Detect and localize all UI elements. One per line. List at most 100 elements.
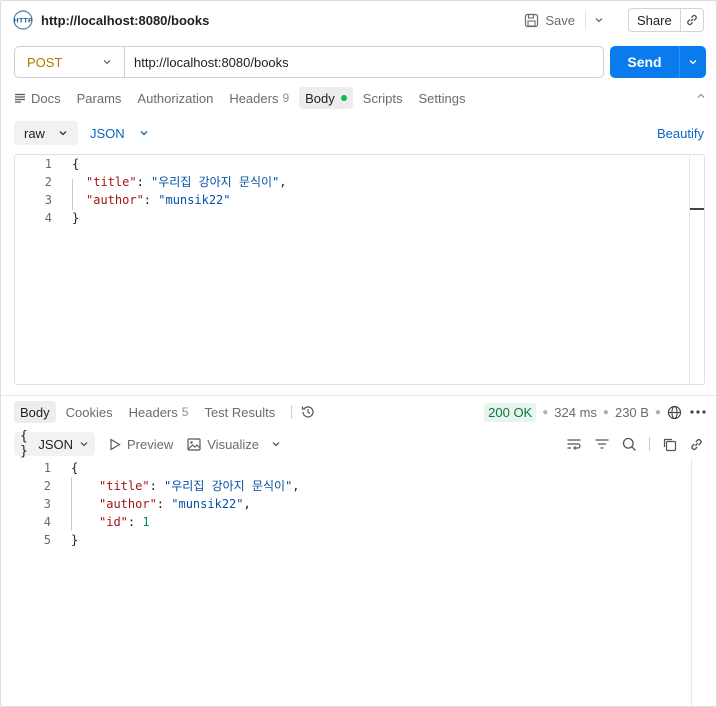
beautify-button[interactable]: Beautify: [657, 126, 704, 141]
code-text: }: [72, 211, 80, 225]
line-number: 3: [44, 193, 52, 207]
tab-scripts-label: Scripts: [362, 90, 403, 106]
code-text: "title": "우리집 강아지 문식이",: [99, 477, 300, 495]
play-icon: [109, 437, 121, 451]
code-line: 2 "title": "우리집 강아지 문식이",: [14, 477, 300, 495]
url-bar: POST http://localhost:8080/books: [14, 46, 604, 78]
json-key: "author": [86, 193, 144, 207]
line-number: 1: [43, 461, 51, 475]
tab-docs[interactable]: Docs: [14, 87, 61, 109]
resp-tab-headers[interactable]: Headers 5: [129, 401, 189, 423]
globe-icon[interactable]: [667, 405, 682, 420]
tab-settings[interactable]: Settings: [419, 87, 466, 109]
link-icon[interactable]: [681, 13, 703, 27]
tools-separator: [649, 437, 650, 451]
method-select[interactable]: POST: [15, 47, 125, 77]
resp-tab-cookies-label: Cookies: [65, 404, 113, 420]
body-format-select[interactable]: JSON: [90, 126, 149, 141]
response-body-viewer[interactable]: 1 { 2 "title": "우리집 강아지 문식이", 3 "author"…: [14, 459, 705, 706]
json-colon: :: [143, 193, 159, 207]
send-button[interactable]: Send: [610, 46, 680, 78]
code-text: {: [71, 461, 79, 475]
save-separator: [585, 11, 586, 29]
body-mode-select[interactable]: raw: [14, 121, 78, 145]
more-icon[interactable]: [690, 409, 706, 415]
panel-divider[interactable]: [1, 395, 716, 396]
wrap-icon[interactable]: [566, 437, 582, 451]
bullet-separator: ●: [602, 406, 609, 418]
bullet-separator: ●: [654, 406, 661, 418]
line-number: 2: [44, 175, 52, 189]
tab-authorization[interactable]: Authorization: [137, 87, 213, 109]
resp-tab-test-results-label: Test Results: [204, 404, 276, 420]
json-colon: :: [156, 497, 172, 511]
code-line: 1 {: [15, 155, 79, 173]
code-line: 1 {: [14, 459, 78, 477]
body-active-dot: [340, 95, 347, 101]
link-icon[interactable]: [689, 437, 704, 452]
json-key: "title": [86, 175, 137, 189]
json-colon: :: [127, 515, 143, 529]
status-badge[interactable]: 200 OK: [484, 402, 537, 422]
json-key: "title": [99, 479, 150, 493]
url-input[interactable]: http://localhost:8080/books: [125, 47, 603, 77]
indent-guide: [71, 477, 72, 531]
tab-params[interactable]: Params: [77, 87, 122, 109]
resp-tab-cookies[interactable]: Cookies: [66, 401, 113, 423]
code-line: 4 "id": 1: [14, 513, 150, 531]
resp-tab-body[interactable]: Body: [14, 401, 56, 423]
collapse-icon[interactable]: [696, 91, 706, 101]
save-group: Save: [524, 8, 604, 32]
request-body-editor[interactable]: 1 { 2 "title": "우리집 강아지 문식이", 3 "author"…: [14, 154, 705, 385]
save-options-chevron-down-icon[interactable]: [594, 15, 604, 25]
history-icon[interactable]: [300, 404, 316, 420]
body-mode-label: raw: [24, 125, 45, 141]
docs-icon: [14, 92, 26, 104]
code-text: "author": "munsik22": [86, 191, 231, 209]
share-button-group: Share: [628, 8, 704, 32]
preview-label: Preview: [127, 436, 174, 452]
response-time[interactable]: 324 ms: [554, 405, 597, 420]
share-button[interactable]: Share: [629, 9, 681, 31]
request-scrollbar[interactable]: [689, 155, 704, 384]
body-format-label: JSON: [90, 125, 125, 141]
body-format-chevron-down-icon: [139, 128, 149, 138]
visualize-button[interactable]: Visualize: [187, 437, 281, 452]
tab-scripts[interactable]: Scripts: [363, 87, 403, 109]
line-number: 4: [44, 211, 52, 225]
json-comma: ,: [279, 175, 287, 189]
save-icon[interactable]: [524, 13, 539, 28]
response-format-select[interactable]: { } JSON: [14, 429, 95, 459]
json-colon: :: [136, 175, 152, 189]
tab-body[interactable]: Body: [299, 87, 353, 109]
send-options-chevron-down-icon[interactable]: [680, 46, 706, 78]
response-tools: [566, 432, 704, 456]
json-number: 1: [142, 515, 150, 529]
tab-headers-label: Headers: [229, 90, 279, 106]
request-title: http://localhost:8080/books: [41, 12, 210, 28]
indent-guide: [72, 179, 73, 210]
code-text: "author": "munsik22",: [99, 495, 251, 513]
json-string: "우리집 강아지 문식이": [164, 479, 293, 493]
filter-icon[interactable]: [594, 437, 610, 451]
json-string: "우리집 강아지 문식이": [151, 175, 280, 189]
response-format-chevron-down-icon: [79, 439, 89, 449]
resp-tab-test-results[interactable]: Test Results: [204, 401, 275, 423]
http-icon: HTTP: [13, 10, 33, 30]
tab-settings-label: Settings: [418, 90, 466, 106]
tab-headers[interactable]: Headers 9: [229, 87, 289, 109]
preview-button[interactable]: Preview: [109, 437, 173, 452]
save-button[interactable]: Save: [545, 13, 575, 28]
svg-text:HTTP: HTTP: [13, 17, 32, 25]
line-number: 4: [43, 515, 51, 529]
body-options: raw JSON Beautify: [14, 120, 704, 146]
tab-authorization-label: Authorization: [137, 90, 214, 106]
request-tabs: Docs Params Authorization Headers 9 Body …: [14, 87, 706, 109]
copy-icon[interactable]: [662, 437, 677, 452]
visualize-chevron-down-icon[interactable]: [271, 439, 281, 449]
tab-headers-count: 9: [282, 91, 290, 105]
tab-body-label: Body: [305, 90, 335, 106]
response-scrollbar[interactable]: [691, 459, 705, 706]
search-icon[interactable]: [622, 437, 637, 452]
response-size[interactable]: 230 B: [615, 405, 649, 420]
